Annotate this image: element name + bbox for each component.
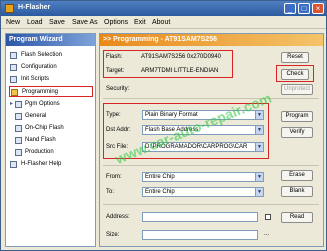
nav-pgm-options[interactable]: ▸ Pgm Options — [9, 99, 93, 110]
chevron-down-icon: ▼ — [255, 111, 263, 119]
type-label: Type: — [106, 112, 121, 118]
chevron-down-icon: ▼ — [255, 143, 263, 151]
menu-save[interactable]: Save — [49, 19, 65, 26]
init-scripts-icon — [10, 76, 17, 83]
pgm-options-icon — [15, 101, 22, 108]
from-select-value: Entire Chip — [145, 174, 175, 180]
nav-label: H-Flasher Help — [21, 161, 62, 167]
app-window: H-Flasher _ □ × New Load Save Save As Op… — [0, 0, 327, 251]
menu-options[interactable]: Options — [104, 19, 128, 26]
nav-on-chip-flash[interactable]: On-Chip Flash — [9, 123, 93, 134]
nav-label: Programming — [22, 89, 59, 95]
panel-title: >> Programming - AT91SAM7S256 — [100, 34, 323, 46]
app-icon — [5, 4, 14, 13]
to-select-value: Entire Chip — [145, 189, 175, 195]
verify-button[interactable]: Verify — [281, 127, 313, 138]
configuration-icon — [10, 64, 17, 71]
target-label: Target: — [106, 68, 125, 74]
nav-label: Nand Flash — [25, 137, 56, 143]
nav-label: General — [25, 113, 47, 119]
nav-general[interactable]: General — [9, 111, 93, 122]
sidebar-title: Program Wizard — [6, 34, 95, 46]
to-select[interactable]: Entire Chip ▼ — [142, 187, 264, 197]
security-label: Security: — [106, 86, 130, 92]
menu-bar: New Load Save Save As Options Exit About — [1, 16, 326, 29]
minimize-button[interactable]: _ — [284, 3, 296, 14]
nav-label: Init Scripts — [21, 76, 50, 82]
menu-new[interactable]: New — [6, 19, 20, 26]
expand-arrow-icon[interactable]: ▸ — [10, 99, 13, 110]
unprotect-button[interactable]: Unprotect — [281, 84, 313, 95]
nav-configuration[interactable]: Configuration — [9, 62, 93, 73]
address-input[interactable] — [142, 212, 258, 222]
nav-flash-selection[interactable]: Flash Selection — [9, 50, 93, 61]
nav-label: Configuration — [21, 64, 57, 70]
separator — [103, 165, 319, 166]
nav-label: Production — [25, 149, 54, 155]
to-label: To: — [106, 189, 115, 195]
nav-init-scripts[interactable]: Init Scripts — [9, 74, 93, 85]
general-icon — [15, 113, 22, 120]
flash-value: AT91SAM7S256 0x270D0940 — [141, 54, 221, 60]
programming-panel: >> Programming - AT91SAM7S256 Flash: AT9… — [99, 33, 324, 247]
nav-help[interactable]: H-Flasher Help — [9, 159, 93, 170]
blank-button[interactable]: Blank — [281, 186, 313, 197]
address-checkbox[interactable] — [265, 214, 271, 220]
maximize-button[interactable]: □ — [298, 3, 310, 14]
menu-load[interactable]: Load — [27, 19, 43, 26]
size-ellipsis[interactable]: ... — [264, 231, 269, 237]
nav-label: Pgm Options — [25, 101, 60, 107]
nav-label: Flash Selection — [21, 52, 63, 58]
menu-save-as[interactable]: Save As — [72, 19, 98, 26]
window-title: H-Flasher — [18, 4, 51, 11]
flash-label: Flash: — [106, 54, 123, 60]
production-icon — [15, 149, 22, 156]
address-label: Address: — [106, 214, 130, 220]
help-icon — [10, 161, 17, 168]
nav-label: On-Chip Flash — [25, 125, 64, 131]
size-label: Size: — [106, 232, 120, 238]
from-label: From: — [106, 174, 122, 180]
target-value: ARM7TDMI LITTLE-ENDIAN — [141, 68, 219, 74]
chevron-down-icon: ▼ — [255, 188, 263, 196]
separator — [103, 98, 319, 99]
program-wizard-panel: Program Wizard Flash Selection Configura… — [5, 33, 96, 247]
from-select[interactable]: Entire Chip ▼ — [142, 172, 264, 182]
type-select-value: Plain Binary Format — [145, 112, 198, 118]
close-button[interactable]: × — [312, 3, 324, 14]
program-button[interactable]: Program — [281, 111, 313, 122]
reset-button[interactable]: Reset — [281, 52, 309, 63]
dst-addr-label: Dst Addr: — [106, 127, 131, 133]
read-button[interactable]: Read — [281, 212, 313, 223]
separator — [103, 204, 319, 205]
chevron-down-icon: ▼ — [255, 173, 263, 181]
nav-production[interactable]: Production — [9, 147, 93, 158]
erase-button[interactable]: Erase — [281, 170, 313, 181]
flash-selection-icon — [10, 52, 17, 59]
size-input[interactable] — [142, 230, 258, 240]
menu-exit[interactable]: Exit — [134, 19, 146, 26]
programming-icon — [11, 89, 18, 96]
on-chip-flash-icon — [15, 125, 22, 132]
menu-about[interactable]: About — [152, 19, 170, 26]
nav-nand-flash[interactable]: Nand Flash — [9, 135, 93, 146]
nand-flash-icon — [15, 137, 22, 144]
chevron-down-icon: ▼ — [255, 126, 263, 134]
check-button[interactable]: Check — [281, 69, 309, 80]
title-bar[interactable]: H-Flasher _ □ × — [1, 1, 326, 16]
nav-programming[interactable]: Programming — [9, 86, 93, 97]
